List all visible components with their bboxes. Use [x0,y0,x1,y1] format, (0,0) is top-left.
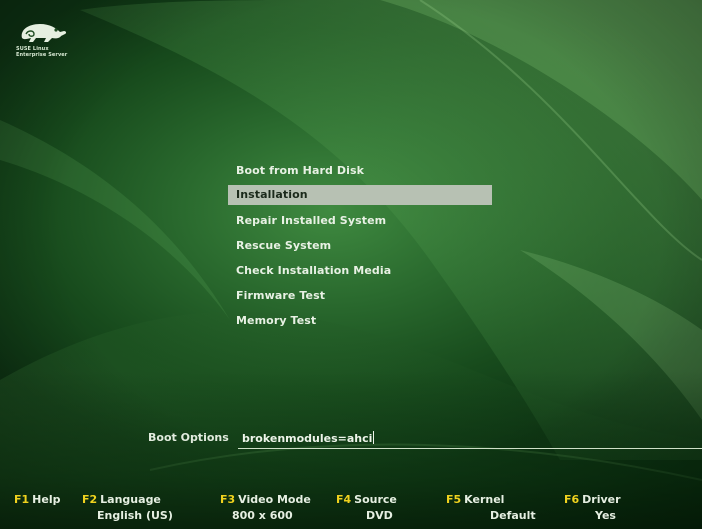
fkey-f6-driver[interactable]: F6 Driver Yes [564,492,621,522]
menu-item-repair-installed-system[interactable]: Repair Installed System [228,208,492,233]
text-cursor [373,431,375,444]
fkey-f6-name: Driver [582,493,621,506]
fkey-f5-name: Kernel [464,493,505,506]
fkey-f1-help[interactable]: F1 Help [14,492,60,508]
menu-item-memory-test[interactable]: Memory Test [228,308,492,333]
boot-options-label: Boot Options [148,431,229,444]
boot-options-row: Boot Options brokenmodules=ahci [148,428,702,450]
function-key-bar: F1 Help F2 Language English (US) F3 Video M… [0,492,702,529]
fkey-f4-key: F4 [336,493,352,506]
menu-item-installation[interactable]: Installation [228,185,492,205]
fkey-f6-value: Yes [595,509,616,522]
fkey-f3-key: F3 [220,493,236,506]
fkey-f6-key: F6 [564,493,580,506]
boot-options-input[interactable]: brokenmodules=ahci [238,428,702,449]
fkey-f5-value: Default [490,509,536,522]
fkey-f1-key: F1 [14,493,30,506]
menu-item-boot-from-hard-disk[interactable]: Boot from Hard Disk [228,158,492,183]
menu-item-firmware-test[interactable]: Firmware Test [228,283,492,308]
fkey-f3-video-mode[interactable]: F3 Video Mode 800 x 600 [220,492,311,522]
fkey-f4-name: Source [354,493,397,506]
fkey-f2-language[interactable]: F2 Language English (US) [82,492,173,522]
boot-menu: Boot from Hard Disk Installation Repair … [228,158,492,333]
suse-logo: SUSE Linux Enterprise Server [16,20,96,58]
fkey-f5-kernel[interactable]: F5 Kernel Default [446,492,536,522]
chameleon-icon [21,24,67,42]
fkey-f3-name: Video Mode [238,493,311,506]
boot-options-value: brokenmodules=ahci [242,432,373,445]
fkey-f1-name: Help [32,493,61,506]
menu-item-check-installation-media[interactable]: Check Installation Media [228,258,492,283]
fkey-f4-value: DVD [366,509,393,522]
boot-screen: SUSE Linux Enterprise Server Boot from H… [0,0,702,529]
menu-item-rescue-system[interactable]: Rescue System [228,233,492,258]
fkey-f2-key: F2 [82,493,98,506]
fkey-f3-value: 800 x 600 [232,509,293,522]
fkey-f2-value: English (US) [97,509,173,522]
fkey-f4-source[interactable]: F4 Source DVD [336,492,397,522]
logo-line-2: Enterprise Server [16,52,68,58]
fkey-f2-name: Language [100,493,161,506]
fkey-f5-key: F5 [446,493,462,506]
